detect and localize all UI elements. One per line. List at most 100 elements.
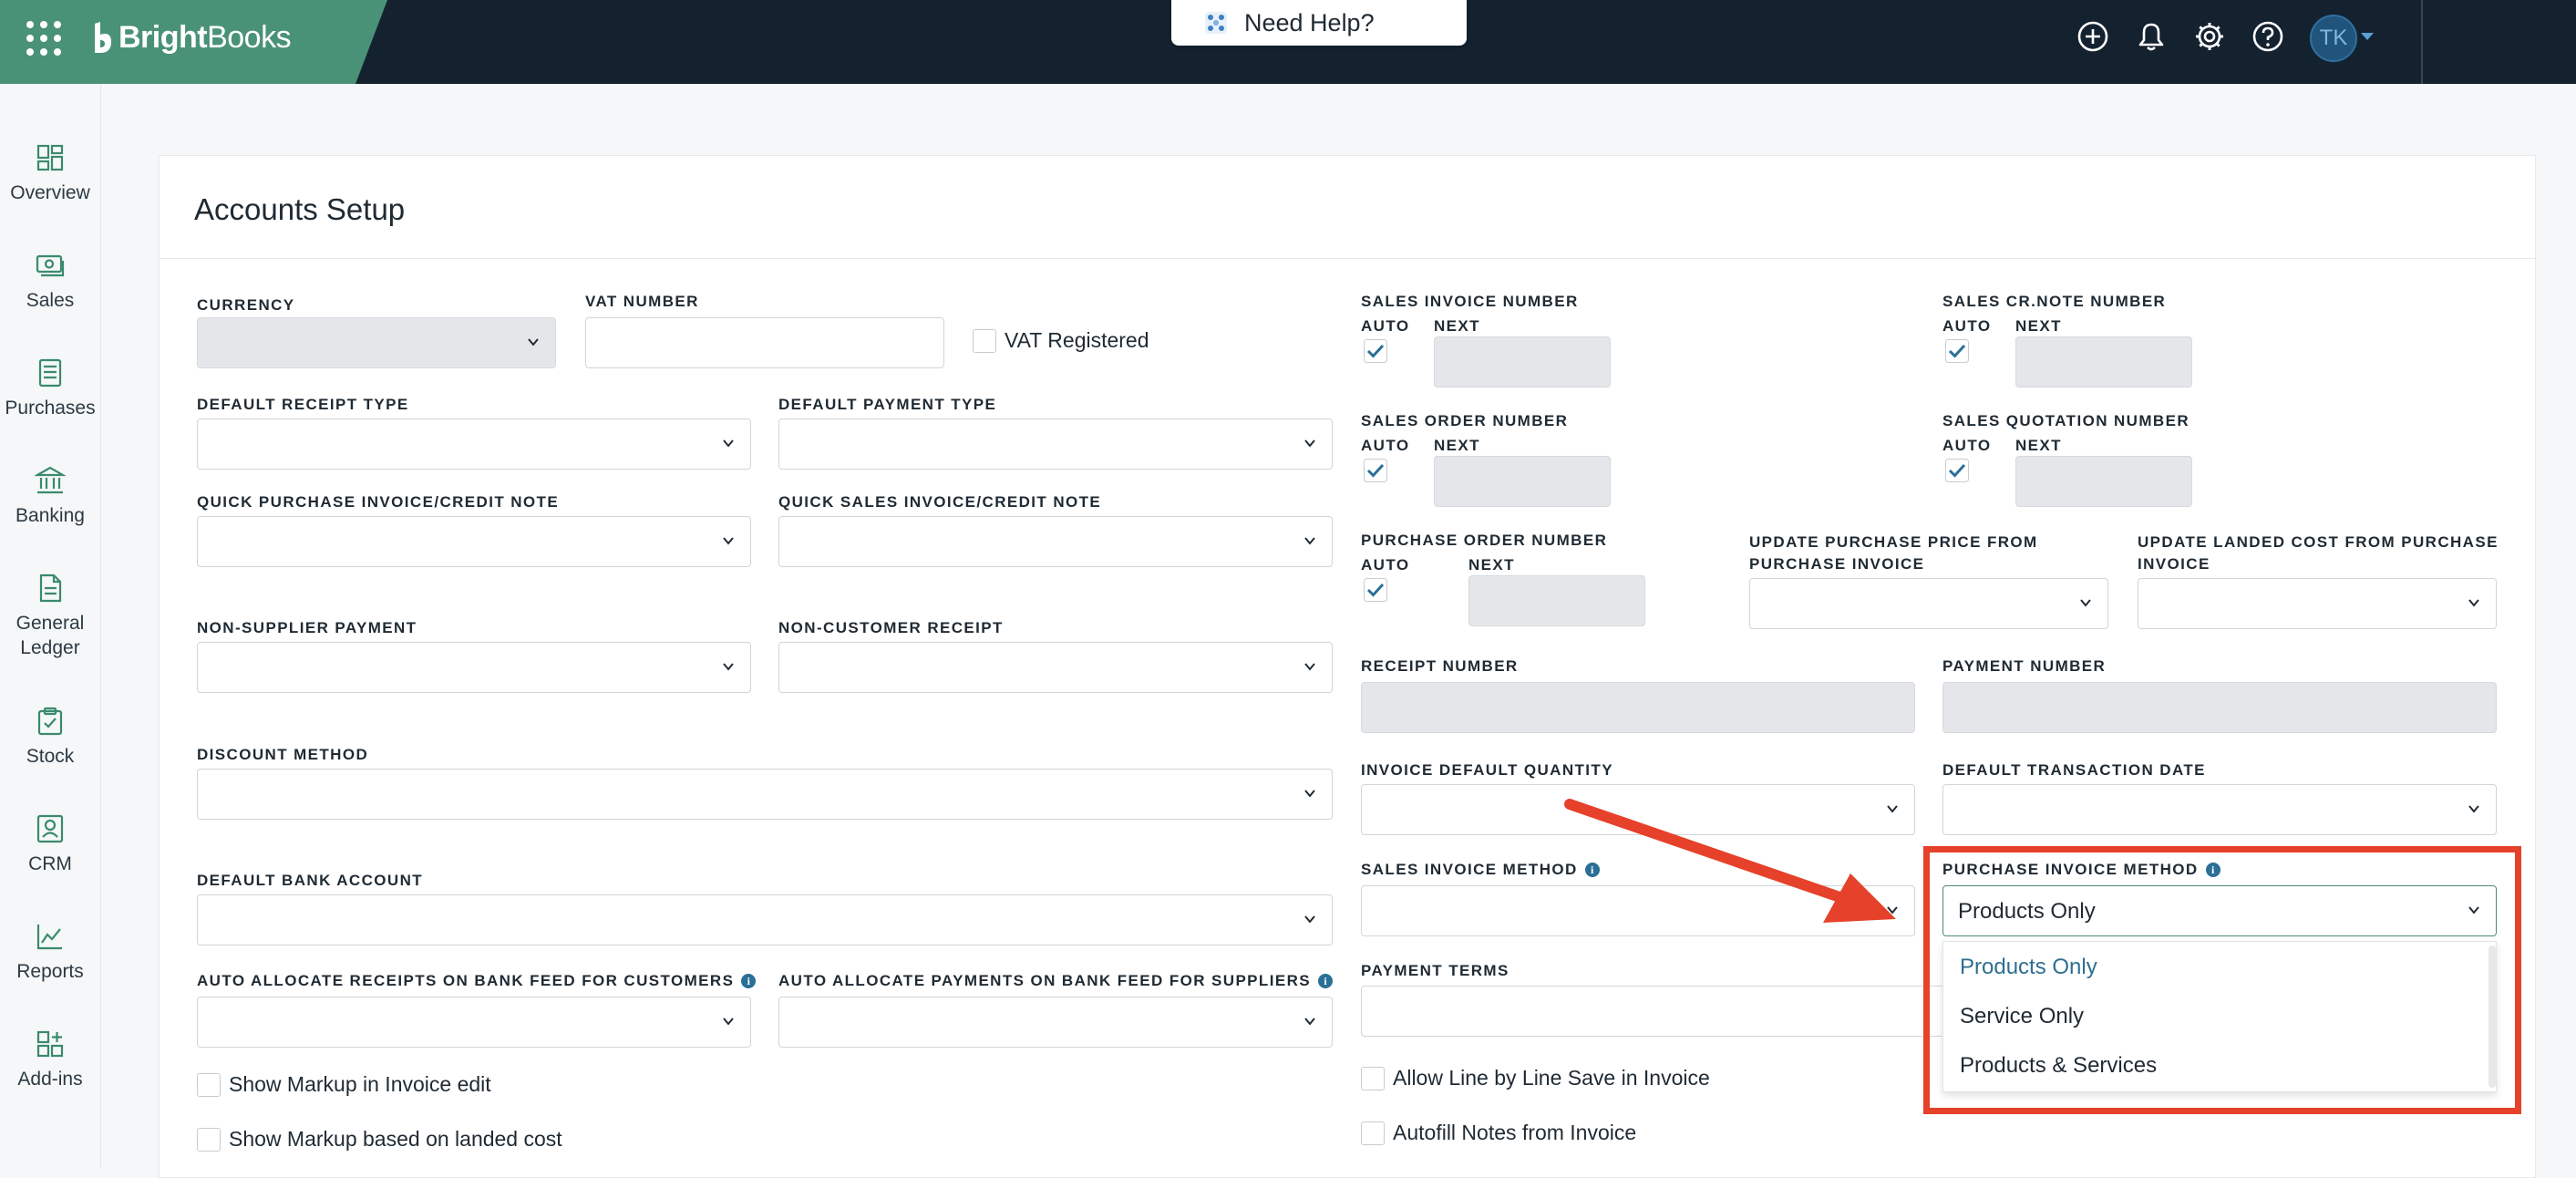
auto-checkbox-checked-icon[interactable] <box>1945 339 1969 363</box>
logo-mark-icon <box>95 21 111 53</box>
info-icon[interactable]: i <box>1318 974 1333 988</box>
dropdown-option[interactable]: Products Only <box>1960 955 2097 980</box>
show-markup-landed-label: Show Markup based on landed cost <box>229 1127 562 1151</box>
info-icon[interactable]: i <box>741 974 757 988</box>
non-supplier-payment-label: NON-SUPPLIER PAYMENT <box>197 619 417 636</box>
default-payment-type-select[interactable] <box>778 418 1333 470</box>
sidebar-label: Stock <box>26 746 75 767</box>
default-bank-account-select[interactable] <box>197 894 1333 946</box>
currency-label: CURRENCY <box>197 296 295 314</box>
receipt-number-input[interactable] <box>1361 682 1915 733</box>
show-markup-edit-checkbox[interactable] <box>197 1073 221 1097</box>
sidebar-item-crm[interactable]: CRM <box>0 813 100 876</box>
purchase-invoice-method-select[interactable]: Products Only <box>1942 885 2497 936</box>
sales-order-next-input[interactable] <box>1434 456 1611 507</box>
chevron-down-icon[interactable] <box>2361 33 2374 40</box>
need-help-button[interactable]: Need Help? <box>1171 0 1467 46</box>
update-purchase-price-select[interactable] <box>1749 578 2108 629</box>
purchase-order-next-input[interactable] <box>1468 575 1645 626</box>
auto-label: AUTO <box>1361 556 1410 574</box>
default-transaction-date-select[interactable] <box>1942 784 2497 835</box>
user-avatar[interactable]: TK <box>2310 15 2357 62</box>
invoice-default-quantity-select[interactable] <box>1361 784 1915 835</box>
ledger-icon <box>39 574 62 603</box>
update-landed-cost-label: UPDATE LANDED COST FROM PURCHASE INVOICE <box>2138 533 2499 573</box>
bell-icon[interactable] <box>2135 20 2168 53</box>
sidebar-item-stock[interactable]: Stock <box>0 706 100 769</box>
auto-alloc-suppliers-select[interactable] <box>778 997 1333 1048</box>
payment-terms-label: PAYMENT TERMS <box>1361 962 1510 979</box>
sales-quotation-next-input[interactable] <box>2015 456 2192 507</box>
dropdown-option[interactable]: Service Only <box>1960 1004 2084 1029</box>
quick-sales-select[interactable] <box>778 516 1333 567</box>
sidebar-label: Reports <box>16 961 84 982</box>
next-label: NEXT <box>1468 556 1515 574</box>
sidebar-label: Sales <box>26 290 75 311</box>
chevron-down-icon <box>1304 790 1315 798</box>
dropdown-scrollbar[interactable] <box>2488 946 2496 1088</box>
sidebar-item-general-ledger[interactable]: General Ledger <box>0 573 100 660</box>
non-customer-receipt-select[interactable] <box>778 642 1333 693</box>
dropdown-option[interactable]: Products & Services <box>1960 1053 2157 1079</box>
quick-purchase-select[interactable] <box>197 516 751 567</box>
quick-sales-label: QUICK SALES INVOICE/CREDIT NOTE <box>778 493 1102 511</box>
default-payment-type-label: DEFAULT PAYMENT TYPE <box>778 396 997 413</box>
brand-name-light: Books <box>207 20 292 55</box>
info-icon[interactable]: i <box>2205 863 2221 877</box>
next-label: NEXT <box>1434 437 1480 454</box>
chevron-down-icon <box>723 1018 734 1026</box>
update-landed-cost-select[interactable] <box>2138 578 2497 629</box>
sidebar-label: CRM <box>28 853 72 874</box>
vat-number-input[interactable] <box>585 317 944 368</box>
default-transaction-date-label: DEFAULT TRANSACTION DATE <box>1942 761 2206 779</box>
auto-checkbox-checked-icon[interactable] <box>1945 459 1969 482</box>
sidebar-item-overview[interactable]: Overview <box>0 142 100 205</box>
gear-icon[interactable] <box>2193 20 2226 53</box>
currency-select[interactable] <box>197 317 556 368</box>
sidebar-label: Banking <box>15 505 85 526</box>
sidebar-item-sales[interactable]: Sales <box>0 250 100 313</box>
brand-logo[interactable]: BrightBooks <box>91 20 292 56</box>
auto-alloc-customers-select[interactable] <box>197 997 751 1048</box>
payment-number-input[interactable] <box>1942 682 2497 733</box>
non-supplier-payment-select[interactable] <box>197 642 751 693</box>
show-markup-landed-checkbox[interactable] <box>197 1128 221 1152</box>
auto-checkbox-checked-icon[interactable] <box>1364 339 1387 363</box>
info-icon[interactable]: i <box>1584 863 1600 877</box>
auto-label: AUTO <box>1361 437 1410 454</box>
sidebar-item-reports[interactable]: Reports <box>0 921 100 984</box>
sidebar-item-banking[interactable]: Banking <box>0 465 100 528</box>
next-label: NEXT <box>2015 437 2062 454</box>
sales-invoice-next-input[interactable] <box>1434 336 1611 388</box>
auto-alloc-customers-label: AUTO ALLOCATE RECEIPTS ON BANK FEED FOR … <box>197 972 757 990</box>
cash-icon <box>36 254 65 277</box>
apps-grid-icon[interactable] <box>26 20 62 57</box>
chevron-down-icon <box>2468 906 2479 914</box>
divider <box>160 258 2535 259</box>
sidebar-label: General Ledger <box>15 613 85 658</box>
sidebar-item-add-ins[interactable]: Add-ins <box>0 1028 100 1091</box>
auto-label: AUTO <box>1942 437 1992 454</box>
chart-line-icon <box>36 925 62 950</box>
default-receipt-type-select[interactable] <box>197 418 751 470</box>
vat-registered-checkbox[interactable] <box>973 329 996 353</box>
sales-crnote-next-input[interactable] <box>2015 336 2192 388</box>
auto-label: AUTO <box>1361 317 1410 335</box>
sales-invoice-method-select[interactable] <box>1361 885 1915 936</box>
purchase-invoice-method-text: PURCHASE INVOICE METHOD <box>1942 861 2199 878</box>
autofill-notes-checkbox[interactable] <box>1361 1121 1385 1145</box>
sidebar-item-purchases[interactable]: Purchases <box>0 357 100 420</box>
top-bar: BrightBooks Need Help? TK <box>0 0 2576 84</box>
auto-checkbox-checked-icon[interactable] <box>1364 459 1387 482</box>
allow-line-save-checkbox[interactable] <box>1361 1067 1385 1090</box>
auto-checkbox-checked-icon[interactable] <box>1364 578 1387 602</box>
purchase-invoice-method-label: PURCHASE INVOICE METHOD i <box>1942 861 2221 879</box>
top-divider <box>2421 0 2423 84</box>
add-circle-icon[interactable] <box>2076 20 2109 53</box>
discount-method-select[interactable] <box>197 769 1333 820</box>
chevron-down-icon <box>528 338 539 346</box>
chevron-down-icon <box>1304 537 1315 545</box>
chevron-down-icon <box>723 439 734 448</box>
sidebar-label: Purchases <box>5 398 96 418</box>
help-circle-icon[interactable] <box>2251 20 2284 53</box>
